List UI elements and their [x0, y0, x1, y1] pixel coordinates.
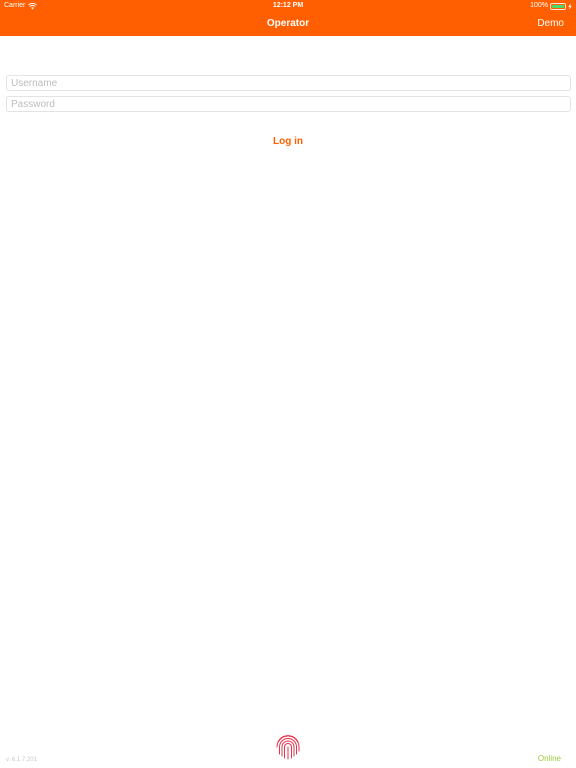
status-time: 12:12 PM — [272, 2, 304, 9]
fingerprint-icon[interactable] — [274, 733, 302, 761]
battery-icon — [550, 2, 566, 10]
charging-bolt-icon — [568, 2, 572, 10]
page-title: Operator — [266, 18, 310, 29]
status-right: 100% — [530, 0, 572, 12]
battery-fill — [552, 4, 564, 8]
app-header: Carrier 12:12 PM 100% Operator Demo — [0, 0, 576, 36]
username-input[interactable] — [6, 75, 571, 91]
demo-button[interactable]: Demo — [537, 12, 564, 36]
password-input[interactable] — [6, 96, 571, 112]
battery-percent: 100% — [530, 2, 548, 9]
nav-bar: Operator Demo — [0, 12, 576, 36]
status-bar: Carrier 12:12 PM 100% — [0, 0, 576, 12]
online-status: Online — [537, 754, 561, 763]
login-button[interactable]: Log in — [248, 132, 328, 152]
version-label: v. 6.1.7.201 — [6, 757, 37, 763]
